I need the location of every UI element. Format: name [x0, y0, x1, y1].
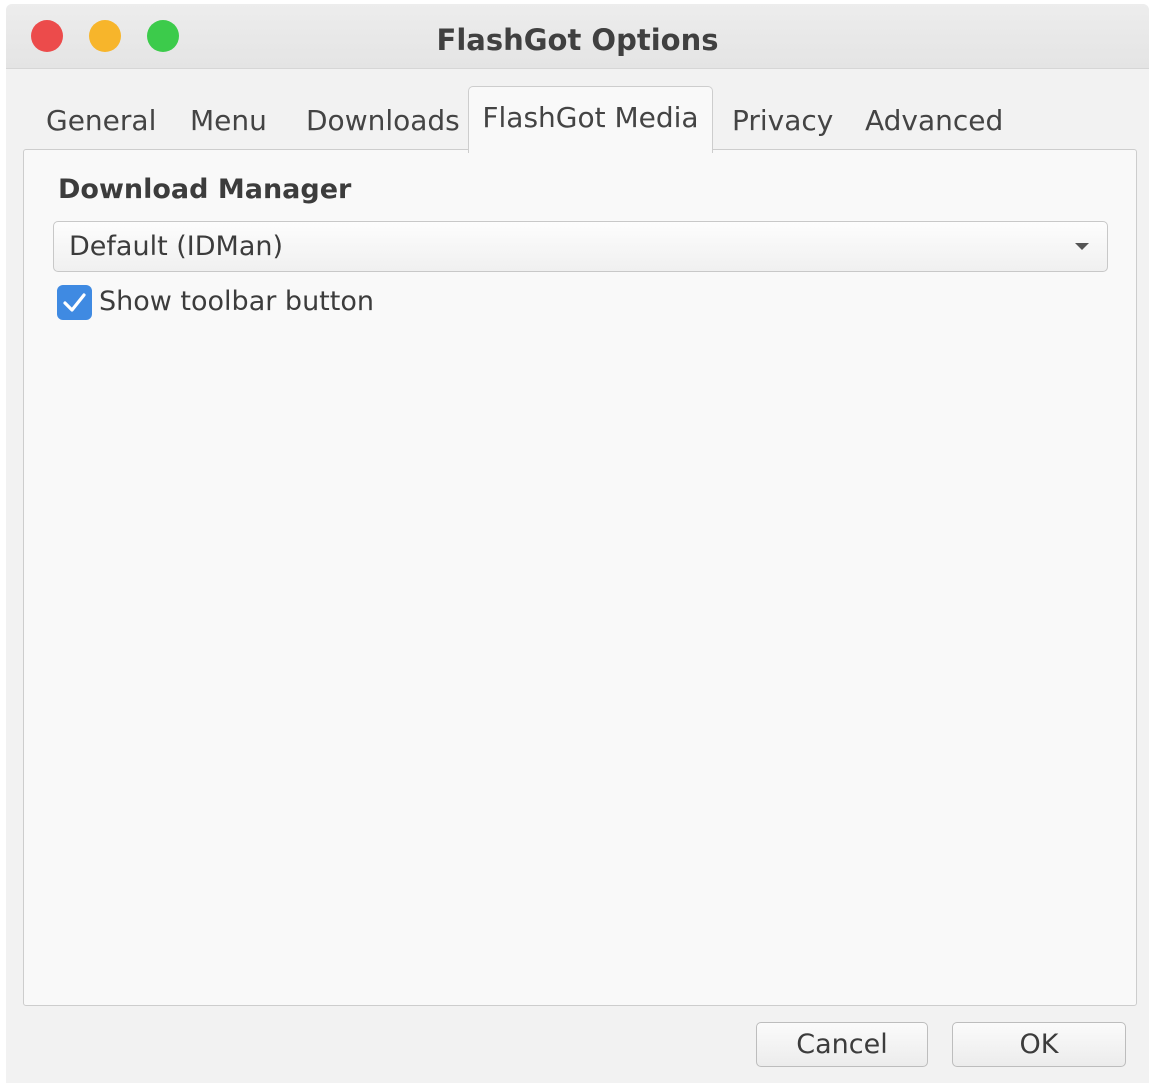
tab-flashgot-media[interactable]: FlashGot Media [468, 86, 713, 153]
tab-menu[interactable]: Menu [190, 86, 267, 150]
show-toolbar-button-label[interactable]: Show toolbar button [99, 286, 374, 317]
flashgot-options-window: FlashGot Options General Menu Downloads … [6, 4, 1149, 1083]
download-manager-select-value: Default (IDMan) [69, 231, 284, 262]
show-toolbar-button-checkbox[interactable] [57, 285, 92, 320]
ok-button[interactable]: OK [952, 1022, 1126, 1067]
download-manager-heading: Download Manager [58, 174, 352, 205]
tab-advanced[interactable]: Advanced [865, 86, 1003, 150]
tab-privacy[interactable]: Privacy [732, 86, 833, 150]
tab-bar: General Menu Downloads FlashGot Media Pr… [23, 86, 1137, 153]
download-manager-select[interactable]: Default (IDMan) [53, 221, 1108, 272]
title-bar[interactable]: FlashGot Options [6, 4, 1149, 69]
tab-downloads[interactable]: Downloads [306, 86, 460, 150]
window-title: FlashGot Options [436, 23, 719, 57]
cancel-button[interactable]: Cancel [756, 1022, 928, 1067]
tab-general[interactable]: General [46, 86, 156, 150]
chevron-down-icon [1075, 243, 1089, 250]
flashgot-media-panel: Download Manager Default (IDMan) Show to… [23, 149, 1137, 1006]
checkmark-icon [63, 293, 86, 312]
